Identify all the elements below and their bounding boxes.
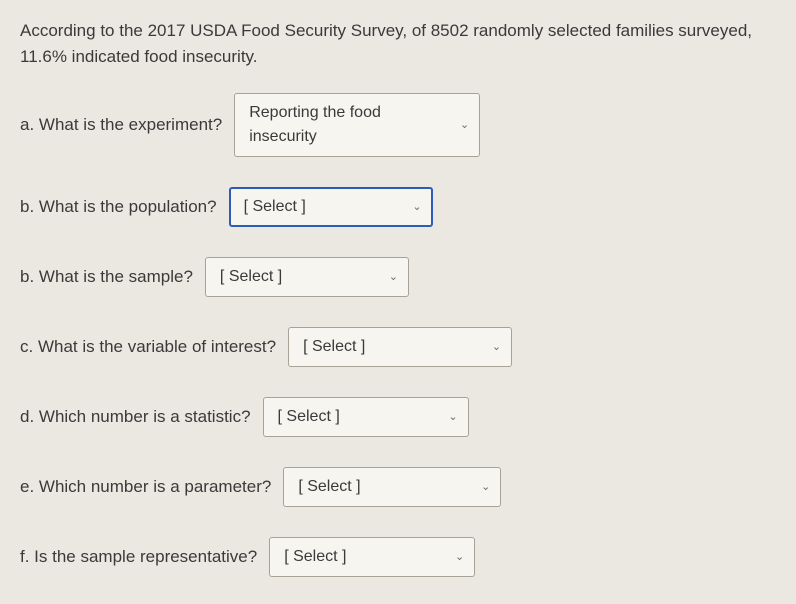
- question-c-label: c. What is the variable of interest?: [20, 334, 276, 360]
- select-statistic[interactable]: [ Select ] ⌄: [263, 397, 469, 437]
- select-population[interactable]: [ Select ] ⌄: [229, 187, 433, 227]
- select-parameter-value: [ Select ]: [298, 475, 360, 499]
- chevron-down-icon: ⌄: [492, 339, 501, 356]
- select-parameter[interactable]: [ Select ] ⌄: [283, 467, 501, 507]
- select-experiment[interactable]: Reporting the food insecurity ⌄: [234, 93, 480, 157]
- chevron-down-icon: ⌄: [455, 549, 464, 566]
- select-statistic-value: [ Select ]: [278, 405, 340, 429]
- question-c: c. What is the variable of interest? [ S…: [20, 327, 776, 367]
- question-b2: b. What is the sample? [ Select ] ⌄: [20, 257, 776, 297]
- chevron-down-icon: ⌄: [389, 269, 398, 286]
- question-b1-label: b. What is the population?: [20, 194, 217, 220]
- question-a-label: a. What is the experiment?: [20, 112, 222, 138]
- select-sample-value: [ Select ]: [220, 265, 282, 289]
- question-d-label: d. Which number is a statistic?: [20, 404, 251, 430]
- question-b1: b. What is the population? [ Select ] ⌄: [20, 187, 776, 227]
- select-variable[interactable]: [ Select ] ⌄: [288, 327, 512, 367]
- question-b2-label: b. What is the sample?: [20, 264, 193, 290]
- select-population-value: [ Select ]: [244, 195, 306, 219]
- question-e-label: e. Which number is a parameter?: [20, 474, 271, 500]
- select-variable-value: [ Select ]: [303, 335, 365, 359]
- select-representative-value: [ Select ]: [284, 545, 346, 569]
- question-e: e. Which number is a parameter? [ Select…: [20, 467, 776, 507]
- chevron-down-icon: ⌄: [481, 479, 490, 496]
- question-a: a. What is the experiment? Reporting the…: [20, 93, 776, 157]
- question-d: d. Which number is a statistic? [ Select…: [20, 397, 776, 437]
- chevron-down-icon: ⌄: [460, 117, 469, 134]
- question-f-label: f. Is the sample representative?: [20, 544, 257, 570]
- select-sample[interactable]: [ Select ] ⌄: [205, 257, 409, 297]
- chevron-down-icon: ⌄: [412, 199, 421, 216]
- chevron-down-icon: ⌄: [448, 409, 457, 426]
- intro-text: According to the 2017 USDA Food Security…: [20, 18, 776, 69]
- question-f: f. Is the sample representative? [ Selec…: [20, 537, 776, 577]
- select-representative[interactable]: [ Select ] ⌄: [269, 537, 475, 577]
- select-experiment-value: Reporting the food insecurity: [249, 101, 450, 149]
